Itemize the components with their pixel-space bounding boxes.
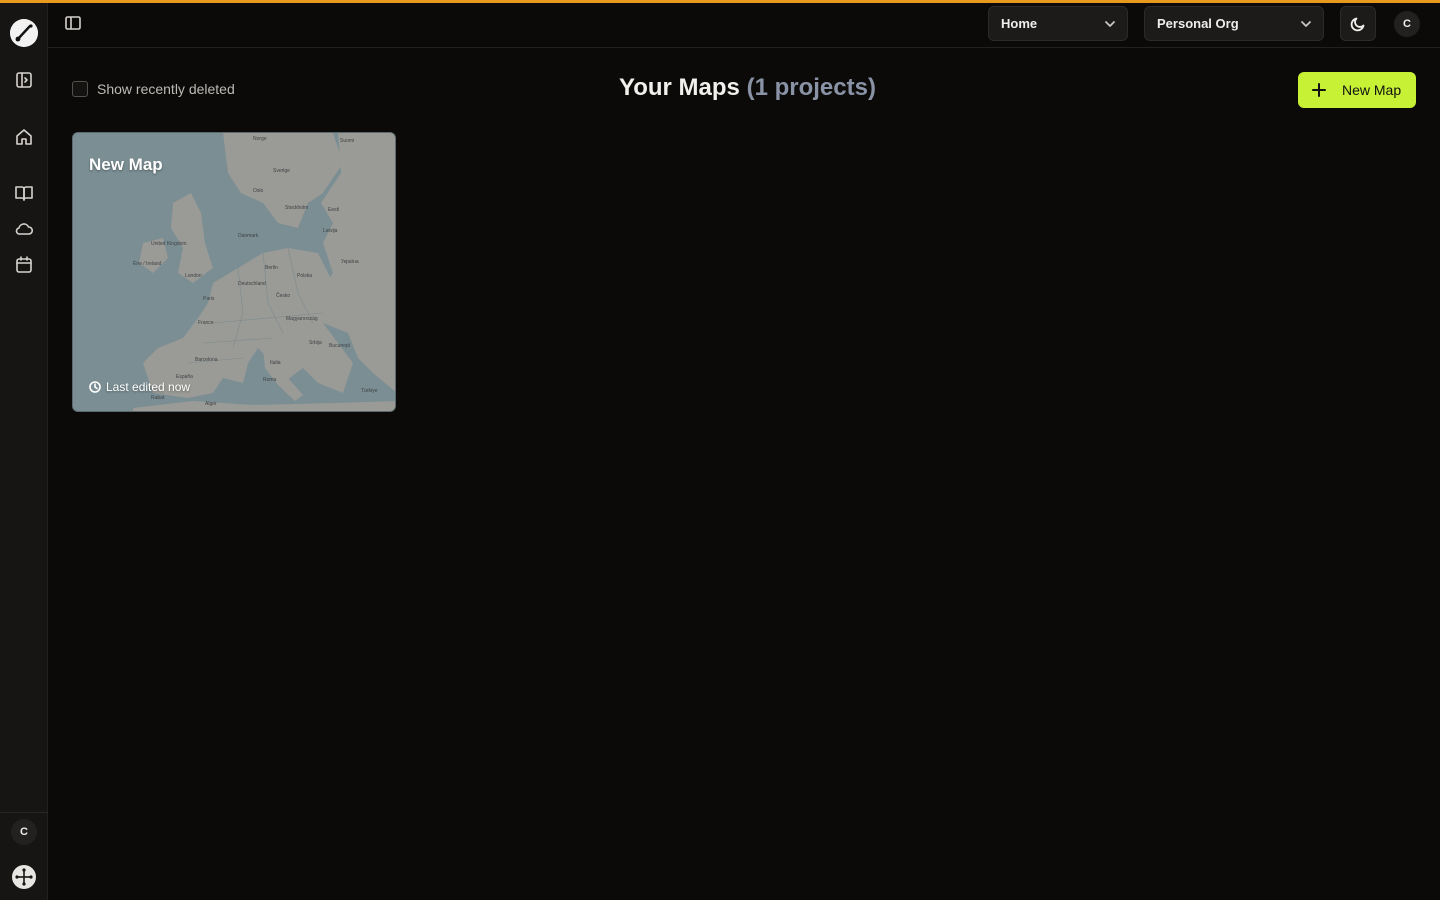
map-label: Deutschland (238, 281, 266, 287)
show-deleted-checkbox[interactable] (72, 81, 88, 97)
map-label: Srbija (309, 340, 322, 346)
plus-icon (1312, 83, 1326, 97)
map-label: Türkiye (361, 388, 378, 394)
map-label: France (198, 320, 214, 326)
map-card[interactable]: Norge Sverige Suomi Oslo Stockholm Eesti… (72, 132, 396, 412)
moon-icon (1350, 17, 1365, 31)
page-title-text: Your Maps (619, 74, 740, 101)
cloud-icon[interactable] (14, 219, 34, 239)
map-label: Danmark (238, 233, 259, 239)
map-label: Éire / Ireland (133, 261, 162, 267)
map-label: Україна (341, 259, 359, 265)
show-deleted-toggle[interactable]: Show recently deleted (72, 81, 235, 97)
map-label: Alger (205, 401, 217, 407)
org-select[interactable]: Personal Org (1144, 6, 1324, 41)
map-label: Sverige (273, 168, 290, 174)
map-label: United Kingdom (151, 241, 187, 247)
panel-toggle-icon[interactable] (64, 14, 84, 34)
map-label: Suomi (340, 138, 355, 144)
show-deleted-label: Show recently deleted (97, 81, 235, 97)
workspace-select[interactable]: Home (988, 6, 1128, 41)
calendar-icon[interactable] (14, 255, 34, 275)
map-label: Eesti (328, 207, 340, 213)
map-label: Polska (297, 273, 313, 279)
map-label: Česko (276, 293, 291, 299)
clock-icon (89, 381, 101, 393)
last-edited-text: Last edited now (106, 380, 191, 394)
map-label: București (329, 343, 350, 349)
top-header: Home Personal Org C (48, 3, 1440, 48)
map-label: Paris (203, 296, 215, 302)
project-count: (1 projects) (746, 74, 876, 101)
new-map-button[interactable]: New Map (1298, 72, 1416, 108)
map-label: Rabat (151, 395, 165, 401)
map-label: Stockholm (285, 205, 309, 211)
page-title: Your Maps (1 projects) (619, 74, 876, 102)
workspace-select-value: Home (1001, 16, 1038, 31)
map-label: Berlin (265, 265, 278, 271)
map-label: Magyarország (286, 316, 318, 322)
chevron-down-icon (1299, 17, 1313, 31)
compass-icon[interactable] (11, 864, 37, 890)
map-card-title: New Map (89, 155, 163, 174)
org-select-value: Personal Org (1157, 16, 1239, 31)
home-icon[interactable] (14, 127, 34, 147)
new-map-button-label: New Map (1342, 82, 1402, 98)
rail-divider (0, 812, 48, 813)
map-label: Barcelona (195, 357, 218, 363)
map-label: Italia (270, 360, 281, 366)
app-logo[interactable] (10, 19, 38, 47)
map-label: Roma (263, 377, 277, 383)
chevron-down-icon (1103, 17, 1117, 31)
map-label: Oslo (253, 188, 264, 194)
map-label: Norge (253, 136, 267, 142)
map-label: London (185, 273, 202, 279)
map-card-meta: Last edited now (89, 380, 190, 394)
map-label: Latvija (323, 228, 338, 234)
sidebar-expand-icon[interactable] (14, 70, 34, 90)
logo-icon (10, 19, 38, 47)
left-rail: C (0, 3, 48, 900)
header-user-avatar[interactable]: C (1394, 11, 1420, 37)
book-icon[interactable] (14, 183, 34, 203)
theme-toggle-button[interactable] (1340, 6, 1376, 41)
user-avatar[interactable]: C (11, 819, 37, 845)
